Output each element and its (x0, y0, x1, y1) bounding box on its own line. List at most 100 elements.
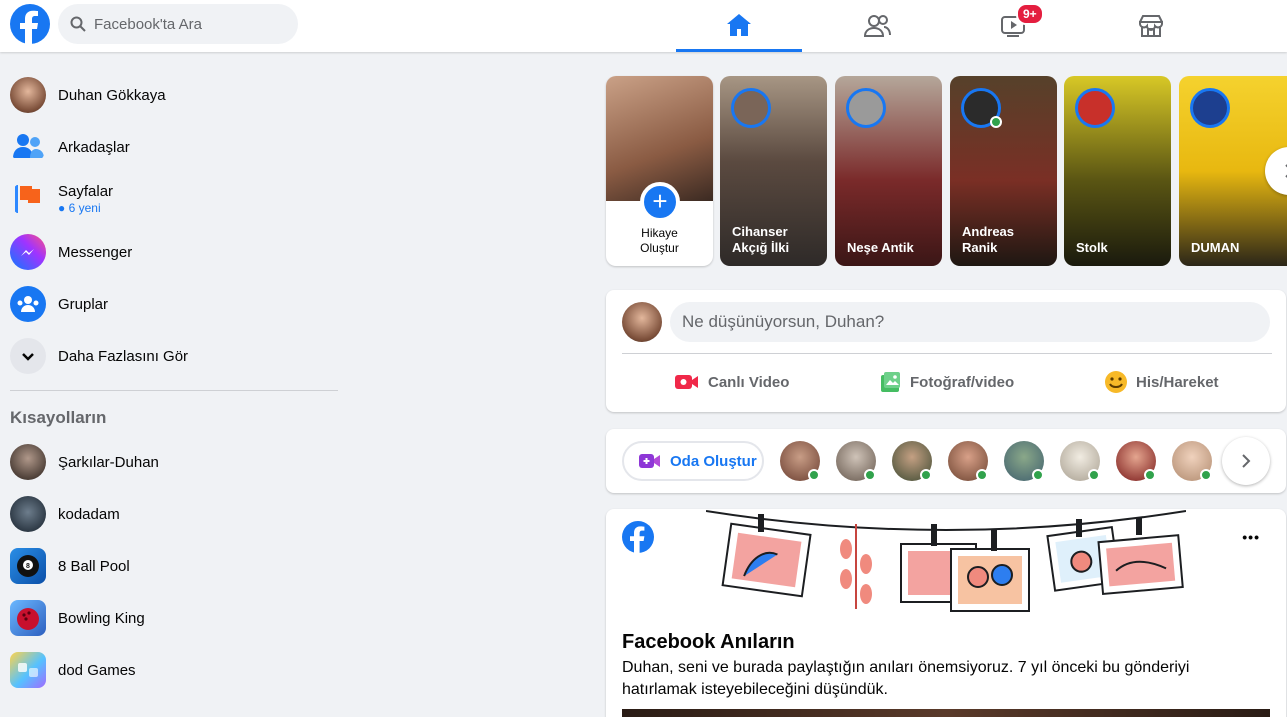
search-input[interactable] (94, 15, 284, 33)
online-indicator (920, 469, 932, 481)
plus-icon[interactable]: + (640, 182, 680, 222)
friends-icon (10, 129, 46, 165)
story-card[interactable]: Stolk (1064, 76, 1171, 266)
rooms-bar: Oda Oluştur (606, 429, 1286, 493)
search-bar[interactable] (58, 4, 298, 44)
sidebar-item-label: Messenger (58, 243, 133, 261)
pages-flag-icon (10, 181, 46, 217)
sidebar-item-groups[interactable]: Gruplar (10, 280, 340, 328)
story-name-line-1: Stolk (1076, 240, 1108, 255)
contacts-next-button[interactable] (1222, 437, 1270, 485)
story-name-line-2: Ranik (962, 240, 998, 255)
sidebar-item-friends[interactable]: Arkadaşlar (10, 123, 340, 171)
sidebar-item-messenger[interactable]: Messenger (10, 228, 340, 276)
online-indicator (976, 469, 988, 481)
top-navigation-bar: 9+ (0, 0, 1287, 52)
create-story-line-2: Oluştur (640, 241, 679, 255)
svg-text:8: 8 (26, 563, 30, 570)
shortcut-item[interactable]: kodadam (10, 490, 340, 538)
sidebar-item-see-more[interactable]: Daha Fazlasını Gör (10, 332, 340, 380)
sidebar-item-profile[interactable]: Duhan Gökkaya (10, 71, 340, 119)
feeling-activity-label: His/Hareket (1136, 373, 1219, 391)
story-card[interactable]: Andreas Ranik (950, 76, 1057, 266)
post-composer: Canlı Video Fotoğraf/video His/Hareket (606, 290, 1286, 412)
sidebar-item-label: Gruplar (58, 295, 109, 313)
sidebar-item-label: Sayfalar (58, 183, 114, 200)
story-name-line-1: Neşe Antik (847, 240, 914, 255)
story-author-avatar (731, 88, 771, 128)
sidebar-item-label: Arkadaşlar (58, 138, 130, 156)
sidebar-divider (10, 390, 338, 391)
8-ball-pool-game-icon: 8 (10, 548, 46, 584)
create-story-label: Hikaye Oluştur (606, 226, 713, 256)
story-author-name: Neşe Antik (847, 240, 937, 256)
groups-icon (10, 286, 46, 322)
online-indicator (1088, 469, 1100, 481)
composer-divider (622, 353, 1272, 354)
story-author-avatar (1190, 88, 1230, 128)
whats-on-your-mind-input[interactable] (670, 302, 1270, 342)
online-indicator (1032, 469, 1044, 481)
live-video-button[interactable]: Canlı Video (674, 362, 789, 402)
online-indicator (864, 469, 876, 481)
home-icon (727, 13, 751, 36)
tab-watch[interactable]: 9+ (950, 0, 1076, 52)
live-video-icon (675, 375, 698, 389)
tab-friends[interactable] (814, 0, 940, 52)
tab-marketplace[interactable] (1088, 0, 1214, 52)
story-card[interactable]: Neşe Antik (835, 76, 942, 266)
photo-video-label: Fotoğraf/video (910, 373, 1015, 391)
bowling-king-game-icon (10, 600, 46, 636)
story-author-avatar (846, 88, 886, 128)
sidebar-item-label: Duhan Gökkaya (58, 86, 166, 104)
story-name-line-1: Cihanser (732, 224, 788, 239)
shortcut-avatar (10, 496, 46, 532)
story-author-avatar (1075, 88, 1115, 128)
smiley-icon (1105, 371, 1127, 393)
shortcut-label: dod Games (58, 661, 136, 679)
create-room-label: Oda Oluştur (670, 452, 757, 470)
photo-video-button[interactable]: Fotoğraf/video (878, 362, 1014, 402)
dod-games-icon (10, 652, 46, 688)
online-indicator (990, 116, 1002, 128)
sidebar-item-label: Daha Fazlasını Gör (58, 347, 189, 365)
feeling-activity-button[interactable]: His/Hareket (1104, 362, 1219, 402)
online-indicator (808, 469, 820, 481)
live-video-label: Canlı Video (708, 373, 790, 391)
online-indicator (1144, 469, 1156, 481)
shortcut-item[interactable]: Şarkılar-Duhan (10, 438, 340, 486)
memory-photo[interactable] (622, 709, 1270, 717)
story-author-name: Andreas Ranik (962, 224, 1052, 256)
more-options-button[interactable]: ••• (1242, 529, 1260, 545)
avatar (622, 302, 662, 342)
memories-title: Facebook Anıların (622, 631, 795, 653)
memories-body: Duhan, seni ve burada paylaştığın anılar… (622, 659, 1190, 698)
story-author-name: DUMAN (1191, 240, 1281, 256)
story-card[interactable]: Cihanser Akçığ İlki (720, 76, 827, 266)
notification-badge: 9+ (1016, 3, 1044, 25)
story-name-line-1: DUMAN (1191, 240, 1240, 255)
sidebar-item-pages[interactable]: Sayfalar ● 6 yeni (10, 175, 340, 223)
story-name-line-2: Akçığ İlki (732, 240, 790, 255)
create-story-line-1: Hikaye (641, 226, 678, 240)
facebook-logo-icon[interactable] (10, 4, 50, 44)
marketplace-icon (1139, 15, 1163, 37)
tab-home[interactable] (676, 0, 802, 52)
story-author-name: Stolk (1076, 240, 1166, 256)
shortcut-label: kodadam (58, 505, 120, 523)
create-room-button[interactable]: Oda Oluştur (622, 441, 764, 481)
facebook-logo-icon (622, 521, 654, 553)
shortcut-label: Bowling King (58, 609, 145, 627)
shortcut-avatar (10, 444, 46, 480)
chevron-right-icon (1285, 164, 1287, 178)
friends-icon (863, 15, 891, 37)
shortcut-item[interactable]: 8 8 Ball Pool (10, 542, 340, 590)
online-indicator (1200, 469, 1212, 481)
photo-icon (881, 372, 900, 392)
create-story-card[interactable]: + Hikaye Oluştur (606, 76, 713, 266)
shortcuts-title: Kısayolların (10, 408, 107, 427)
shortcut-item[interactable]: Bowling King (10, 594, 340, 642)
shortcut-item[interactable]: dod Games (10, 646, 340, 694)
chevron-down-icon (10, 338, 46, 374)
messenger-icon (10, 234, 46, 270)
